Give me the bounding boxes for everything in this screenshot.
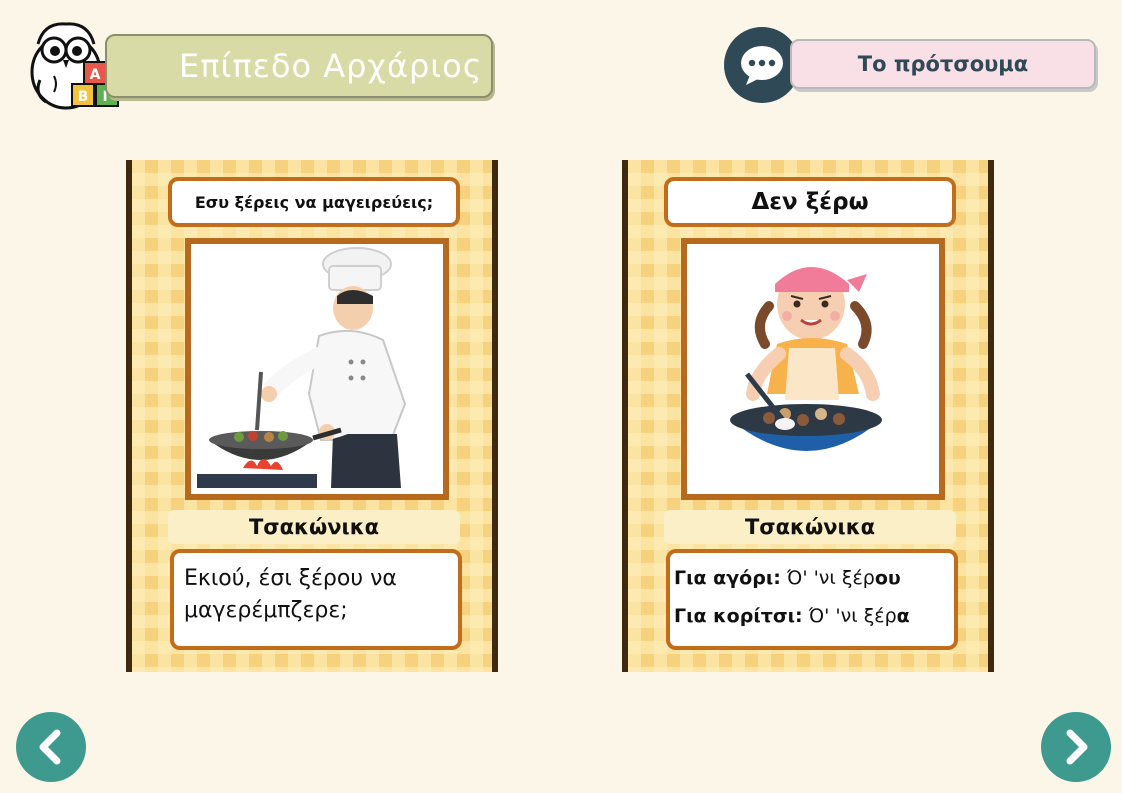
level-banner: Επίπεδο Αρχάριος [105, 34, 493, 98]
previous-button[interactable] [16, 712, 86, 782]
question-title-text: Εσυ ξέρεις να μαγειρεύεις; [194, 192, 434, 212]
chevron-right-icon [1066, 729, 1088, 765]
dialect-label: Τσακώνικα [664, 510, 956, 544]
girl-cooking-illustration [681, 238, 945, 500]
girl-answer-ending: α [896, 605, 910, 627]
girl-answer-label: Για κορίτσι: [674, 605, 803, 627]
logo-letter-b: Β [78, 89, 89, 105]
boy-answer-text: Ό' 'νι ξέρ [780, 567, 875, 589]
level-title: Επίπεδο Αρχάριος [179, 47, 483, 85]
dialect-label: Τσακώνικα [168, 510, 460, 544]
girl-answer-row: Για κορίτσι: Ό' 'νι ξέρα [674, 597, 950, 635]
answer-title-text: Δεν ξέρω [751, 189, 869, 215]
answer-title: Δεν ξέρω [664, 177, 956, 227]
dialect-label-text: Τσακώνικα [248, 515, 380, 539]
boy-answer-ending: ου [874, 567, 901, 589]
logo-letter-a: Α [90, 67, 101, 83]
next-button[interactable] [1041, 712, 1111, 782]
speech-bubble-icon [741, 46, 783, 85]
girl-answer-text: Ό' 'νι ξέρ [802, 605, 897, 627]
question-card: Εσυ ξέρεις να μαγειρεύεις; Τσακώνικα Εκι… [126, 160, 498, 672]
answer-card: Δεν ξέρω Τσακώνικα Για αγόρι: Ό' 'νι ξέρ… [622, 160, 994, 672]
girl-image [687, 244, 939, 494]
chat-button[interactable] [724, 27, 800, 103]
answer-text-box: Για αγόρι: Ό' 'νι ξέρου Για κορίτσι: Ό' … [666, 549, 958, 650]
dialect-label-text: Τσακώνικα [744, 515, 876, 539]
chef-image [191, 244, 443, 494]
question-title: Εσυ ξέρεις να μαγειρεύεις; [168, 177, 460, 227]
chef-cooking-illustration [185, 238, 449, 500]
summary-button[interactable]: Το πρότσουμα [790, 39, 1096, 89]
boy-answer-row: Για αγόρι: Ό' 'νι ξέρου [674, 559, 950, 597]
chevron-left-icon [39, 729, 61, 765]
translation-text-box: Εκιού, έσι ξέρου να μαγερέμπζερε; [170, 549, 462, 650]
translation-text: Εκιού, έσι ξέρου να μαγερέμπζερε; [184, 566, 397, 623]
summary-label: Το πρότσουμα [857, 52, 1029, 76]
boy-answer-label: Για αγόρι: [674, 567, 781, 589]
